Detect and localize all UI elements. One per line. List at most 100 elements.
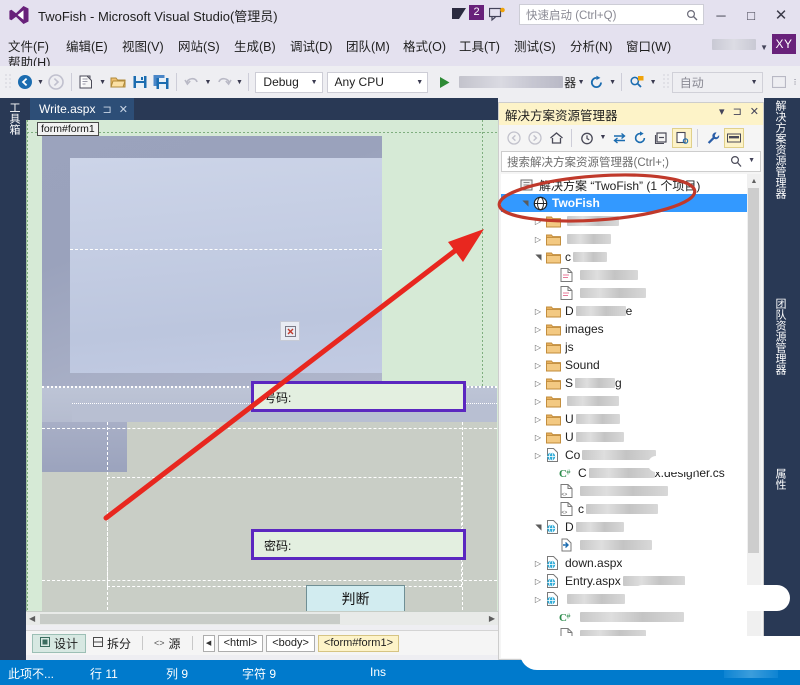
- tab-write-aspx[interactable]: Write.aspx ⊐ ✕: [30, 98, 134, 120]
- properties-vertical-tab[interactable]: 属性: [772, 468, 788, 490]
- solution-platform-dropdown[interactable]: Any CPU ▼: [327, 72, 429, 93]
- find-options-dropdown[interactable]: ▼: [648, 79, 658, 86]
- expander-closed-icon[interactable]: ▷: [531, 379, 545, 388]
- breadcrumb-form[interactable]: <form#form1>: [318, 635, 399, 652]
- sync-with-active-icon[interactable]: [609, 128, 629, 148]
- tree-item[interactable]: ◢D: [501, 518, 749, 536]
- chevron-down-icon[interactable]: ▾: [719, 105, 725, 118]
- tree-item[interactable]: ▷images: [501, 320, 749, 338]
- tree-item[interactable]: [501, 536, 749, 554]
- tree-item[interactable]: ▷De: [501, 302, 749, 320]
- menu-analyze[interactable]: 分析(N): [570, 36, 612, 55]
- pending-changes-dropdown[interactable]: ▼: [598, 134, 608, 141]
- scroll-left-arrow-icon[interactable]: ◀: [26, 614, 38, 623]
- aspx-design-surface[interactable]: form#form1 号码: 密码: 判断: [26, 120, 498, 625]
- tree-item[interactable]: ▷: [501, 212, 749, 230]
- navigate-back-icon[interactable]: [14, 71, 36, 93]
- pin-icon[interactable]: ⊐: [102, 103, 111, 116]
- back-arrow-icon[interactable]: [504, 128, 524, 148]
- tree-item[interactable]: ▷: [501, 392, 749, 410]
- expander-open-icon[interactable]: ◢: [521, 196, 530, 210]
- menu-window[interactable]: 窗口(W): [626, 36, 671, 55]
- breadcrumb-html[interactable]: <html>: [218, 635, 264, 652]
- expander-open-icon[interactable]: ◢: [534, 520, 543, 534]
- tree-item[interactable]: 解决方案 “TwoFish” (1 个项目): [501, 176, 749, 194]
- close-icon[interactable]: ✕: [119, 103, 128, 116]
- menu-team[interactable]: 团队(M): [346, 36, 390, 55]
- collapse-all-icon[interactable]: [651, 128, 671, 148]
- tree-item[interactable]: ▷down.aspx: [501, 554, 749, 572]
- tree-item[interactable]: ◢c: [501, 248, 749, 266]
- start-debug-icon[interactable]: [434, 71, 456, 93]
- banner-image-region[interactable]: [42, 136, 382, 386]
- tree-item[interactable]: [501, 284, 749, 302]
- start-browser-target-blurred[interactable]: [459, 76, 563, 88]
- tab-split-view[interactable]: 拆分: [86, 634, 138, 653]
- redo-icon[interactable]: [213, 71, 235, 93]
- avatar[interactable]: XY: [772, 34, 796, 54]
- designer-horizontal-scrollbar[interactable]: ◀ ▶: [26, 611, 498, 625]
- tree-item[interactable]: ◢TwoFish: [501, 194, 759, 212]
- tree-item[interactable]: ▷Sg: [501, 374, 749, 392]
- refresh-dropdown[interactable]: ▼: [608, 79, 618, 86]
- open-file-icon[interactable]: [107, 71, 129, 93]
- expander-closed-icon[interactable]: ▷: [531, 595, 545, 604]
- breadcrumb-body[interactable]: <body>: [266, 635, 315, 652]
- send-feedback-icon[interactable]: [489, 7, 506, 27]
- expander-closed-icon[interactable]: ▷: [531, 433, 545, 442]
- menu-build[interactable]: 生成(B): [234, 36, 276, 55]
- undo-icon[interactable]: [181, 71, 203, 93]
- expander-closed-icon[interactable]: ▷: [531, 415, 545, 424]
- home-icon[interactable]: [546, 128, 566, 148]
- breadcrumb-back-icon[interactable]: ◀: [203, 635, 215, 652]
- solution-scroll-thumb[interactable]: [748, 188, 759, 553]
- menu-view[interactable]: 视图(V): [122, 36, 164, 55]
- zoom-level-dropdown[interactable]: 自动 ▼: [672, 72, 763, 93]
- redo-dropdown[interactable]: ▼: [235, 79, 245, 86]
- judge-button[interactable]: 判断: [306, 585, 405, 612]
- pending-changes-icon[interactable]: [577, 128, 597, 148]
- tree-item[interactable]: ▷Co: [501, 446, 749, 464]
- expander-closed-icon[interactable]: ▷: [531, 325, 545, 334]
- save-all-icon[interactable]: [151, 71, 173, 93]
- toolbar-grip[interactable]: [4, 73, 14, 91]
- solution-explorer-vertical-tab[interactable]: 解决方案资源管理器: [772, 100, 788, 199]
- navigate-back-dropdown[interactable]: ▼: [36, 79, 46, 86]
- menu-tools[interactable]: 工具(T): [459, 36, 500, 55]
- expander-closed-icon[interactable]: ▷: [531, 307, 545, 316]
- expander-open-icon[interactable]: ◢: [534, 250, 543, 264]
- preview-icon[interactable]: [724, 128, 744, 148]
- scroll-right-arrow-icon[interactable]: ▶: [486, 614, 498, 623]
- undo-dropdown[interactable]: ▼: [203, 79, 213, 86]
- maximize-button[interactable]: □: [736, 2, 766, 28]
- save-icon[interactable]: [129, 71, 151, 93]
- tree-item[interactable]: ▷U: [501, 410, 749, 428]
- team-explorer-vertical-tab[interactable]: 团队资源管理器: [772, 298, 788, 375]
- minimize-button[interactable]: ─: [706, 2, 736, 28]
- refresh-icon[interactable]: [630, 128, 650, 148]
- properties-wrench-icon[interactable]: [703, 128, 723, 148]
- refresh-icon[interactable]: [586, 71, 608, 93]
- pin-icon[interactable]: ⊐: [733, 105, 742, 118]
- tree-item[interactable]: ▷js: [501, 338, 749, 356]
- menu-website[interactable]: 网站(S): [178, 36, 220, 55]
- tree-item[interactable]: C#Cx.designer.cs: [501, 464, 749, 482]
- menu-edit[interactable]: 编辑(E): [66, 36, 108, 55]
- new-project-icon[interactable]: [76, 71, 98, 93]
- menu-format[interactable]: 格式(O): [403, 36, 446, 55]
- search-options-dropdown[interactable]: ▼: [748, 157, 755, 164]
- expander-closed-icon[interactable]: ▷: [531, 235, 545, 244]
- tree-item[interactable]: ▷: [501, 230, 749, 248]
- scroll-up-arrow-icon[interactable]: ▲: [747, 174, 761, 188]
- find-in-files-icon[interactable]: [626, 71, 648, 93]
- chevron-down-icon[interactable]: ▼: [760, 43, 768, 52]
- expander-closed-icon[interactable]: ▷: [531, 343, 545, 352]
- notification-area[interactable]: 2: [452, 5, 484, 20]
- toolbar-overflow-icon[interactable]: ⋮: [790, 78, 800, 86]
- browser-target-dropdown[interactable]: ▼: [576, 79, 586, 86]
- close-icon[interactable]: ✕: [750, 105, 759, 118]
- expander-closed-icon[interactable]: ▷: [531, 451, 545, 460]
- solution-configuration-dropdown[interactable]: Debug ▼: [255, 72, 322, 93]
- quick-launch-input[interactable]: 快速启动 (Ctrl+Q): [519, 4, 704, 25]
- tree-item[interactable]: [501, 266, 749, 284]
